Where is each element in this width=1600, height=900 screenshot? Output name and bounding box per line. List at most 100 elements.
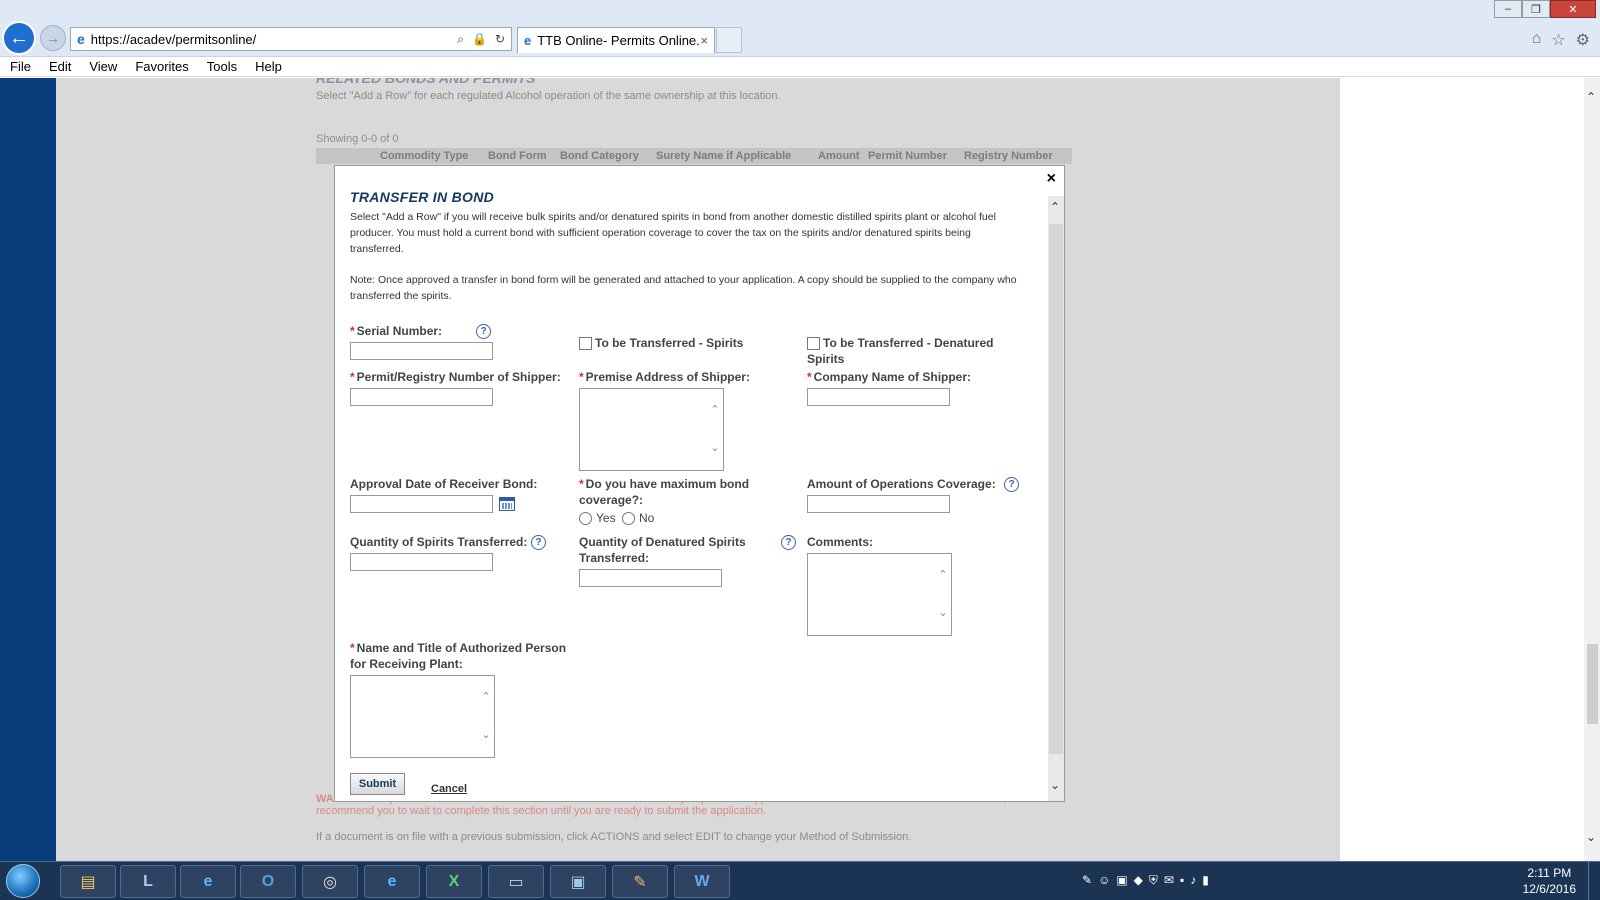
menu-favorites[interactable]: Favorites bbox=[135, 59, 188, 74]
quantity-spirits-input[interactable] bbox=[350, 553, 493, 571]
notepad-icon[interactable]: ▭ bbox=[488, 865, 544, 898]
new-tab-button[interactable] bbox=[716, 27, 742, 53]
home-icon[interactable]: ⌂ bbox=[1532, 30, 1542, 50]
show-desktop-button[interactable] bbox=[1588, 862, 1600, 900]
forward-button[interactable]: → bbox=[40, 25, 66, 51]
modal-scroll-up-icon[interactable]: ⌃ bbox=[1050, 200, 1060, 214]
menu-view[interactable]: View bbox=[89, 59, 117, 74]
favorites-star-icon[interactable]: ☆ bbox=[1551, 30, 1565, 50]
required-marker: * bbox=[807, 370, 812, 384]
required-marker: * bbox=[579, 370, 584, 384]
premise-address-textarea[interactable]: ⌃ ⌄ bbox=[579, 388, 724, 471]
section-heading: RELATED BONDS AND PERMITS bbox=[316, 78, 536, 86]
textarea-scroll-up-icon: ⌃ bbox=[710, 404, 720, 416]
ie-tab-icon: e bbox=[524, 33, 532, 48]
modal-close-icon[interactable]: × bbox=[1047, 170, 1056, 188]
operations-coverage-label: Amount of Operations Coverage: bbox=[807, 477, 996, 491]
textarea-scroll-down-icon: ⌄ bbox=[938, 607, 948, 619]
transfer-spirits-checkbox[interactable] bbox=[579, 337, 592, 350]
circular-app-icon[interactable]: ◎ bbox=[302, 865, 358, 898]
permit-registry-input[interactable] bbox=[350, 388, 493, 406]
comments-textarea[interactable]: ⌃ ⌄ bbox=[807, 553, 952, 636]
refresh-icon[interactable]: ↻ bbox=[495, 32, 505, 47]
minimize-button[interactable]: – bbox=[1494, 0, 1522, 18]
menu-edit[interactable]: Edit bbox=[49, 59, 71, 74]
internet-explorer-window-icon[interactable]: e bbox=[364, 865, 420, 898]
start-button[interactable] bbox=[6, 864, 40, 898]
authorized-person-label: * Name and Title of Authorized Person for… bbox=[350, 641, 567, 671]
column-header: Permit Number bbox=[868, 150, 947, 162]
browser-tab[interactable]: e TTB Online- Permits Online... × bbox=[517, 27, 715, 53]
outlook-icon[interactable]: O bbox=[240, 865, 296, 898]
internet-explorer-icon[interactable]: e bbox=[180, 865, 236, 898]
menu-tools[interactable]: Tools bbox=[207, 59, 237, 74]
address-bar[interactable]: e https://acadev/permitsonline/ ⌕ 🔒 ↻ bbox=[70, 27, 512, 51]
excel-icon[interactable]: X bbox=[426, 865, 482, 898]
company-name-input[interactable] bbox=[807, 388, 950, 406]
cancel-link[interactable]: Cancel bbox=[431, 783, 467, 795]
file-explorer-icon[interactable]: ▤ bbox=[60, 865, 116, 898]
tray-volume-icon[interactable]: ♪ bbox=[1190, 873, 1196, 888]
quantity-denatured-input[interactable] bbox=[579, 569, 722, 587]
scroll-down-icon[interactable]: ⌄ bbox=[1586, 830, 1596, 844]
showing-count: Showing 0-0 of 0 bbox=[316, 133, 399, 145]
required-marker: * bbox=[350, 324, 355, 338]
modal-scrollbar[interactable]: ⌃ ⌄ bbox=[1048, 196, 1064, 801]
tray-lock-icon[interactable]: ▪ bbox=[1180, 873, 1184, 888]
paint-icon[interactable]: ✎ bbox=[612, 865, 668, 898]
clock-date: 12/6/2016 bbox=[1522, 882, 1576, 896]
operations-coverage-input[interactable] bbox=[807, 495, 950, 513]
help-icon[interactable]: ? bbox=[531, 535, 546, 550]
max-bond-no-radio[interactable] bbox=[622, 512, 635, 525]
column-header: Surety Name if Applicable bbox=[656, 150, 792, 162]
tray-network-icon[interactable]: ▮ bbox=[1202, 873, 1209, 888]
menu-file[interactable]: File bbox=[10, 59, 31, 74]
photo-viewer-icon[interactable]: ▣ bbox=[550, 865, 606, 898]
premise-address-label: * Premise Address of Shipper: bbox=[579, 370, 750, 384]
tray-note-icon[interactable]: ✎ bbox=[1082, 873, 1092, 888]
clock-time: 2:11 PM bbox=[1527, 866, 1572, 880]
modal-scroll-thumb[interactable] bbox=[1049, 224, 1063, 754]
approval-date-input[interactable] bbox=[350, 495, 493, 513]
tray-app-icon[interactable]: ◆ bbox=[1134, 873, 1143, 888]
menu-help[interactable]: Help bbox=[255, 59, 282, 74]
page-scrollbar[interactable]: ⌃ ⌄ bbox=[1584, 78, 1600, 861]
required-marker: * bbox=[579, 477, 584, 491]
tray-shield-icon[interactable]: ⛨ bbox=[1149, 873, 1158, 888]
page-scroll-thumb[interactable] bbox=[1587, 644, 1598, 724]
help-icon[interactable]: ? bbox=[476, 324, 491, 339]
calendar-icon[interactable] bbox=[499, 497, 515, 511]
taskbar-clock[interactable]: 2:11 PM 12/6/2016 bbox=[1523, 865, 1576, 897]
serial-number-input[interactable] bbox=[350, 342, 493, 360]
tab-close-icon[interactable]: × bbox=[700, 33, 708, 48]
restore-button[interactable]: ❐ bbox=[1522, 0, 1550, 18]
search-icon[interactable]: ⌕ bbox=[457, 32, 464, 47]
submit-button[interactable]: Submit bbox=[350, 773, 405, 795]
tray-user-icon[interactable]: ☺ bbox=[1098, 873, 1110, 888]
word-icon[interactable]: W bbox=[674, 865, 730, 898]
help-icon[interactable]: ? bbox=[781, 535, 796, 550]
tray-monitor-icon[interactable]: ▣ bbox=[1116, 873, 1127, 888]
settings-gear-icon[interactable]: ⚙ bbox=[1576, 30, 1590, 50]
close-window-button[interactable]: ✕ bbox=[1550, 0, 1596, 18]
transfer-denatured-label: To be Transferred - Denatured Spirits bbox=[807, 336, 994, 366]
authorized-person-textarea[interactable]: ⌃ ⌄ bbox=[350, 675, 495, 758]
back-button[interactable]: ← bbox=[2, 21, 36, 55]
required-marker: * bbox=[350, 641, 355, 655]
footer-text: If a document is on file with a previous… bbox=[316, 831, 912, 843]
textarea-scroll-up-icon: ⌃ bbox=[481, 691, 491, 703]
system-tray: ✎ ☺ ▣ ◆ ⛨ ✉ ▪ ♪ ▮ bbox=[1082, 873, 1209, 888]
address-url[interactable]: https://acadev/permitsonline/ bbox=[91, 32, 457, 47]
tray-mail-icon[interactable]: ✉ bbox=[1164, 873, 1174, 888]
modal-scroll-down-icon[interactable]: ⌄ bbox=[1050, 778, 1060, 792]
help-icon[interactable]: ? bbox=[1004, 477, 1019, 492]
scroll-up-icon[interactable]: ⌃ bbox=[1586, 90, 1596, 104]
lock-icon[interactable]: 🔒 bbox=[472, 32, 487, 47]
lync-icon[interactable]: L bbox=[120, 865, 176, 898]
comments-label: Comments: bbox=[807, 535, 874, 549]
ie-icon: e bbox=[77, 31, 85, 47]
modal-description: Select "Add a Row" if you will receive b… bbox=[350, 211, 996, 255]
max-bond-yes-radio[interactable] bbox=[579, 512, 592, 525]
back-arrow-icon: ← bbox=[9, 26, 29, 49]
forward-arrow-icon: → bbox=[46, 30, 60, 46]
